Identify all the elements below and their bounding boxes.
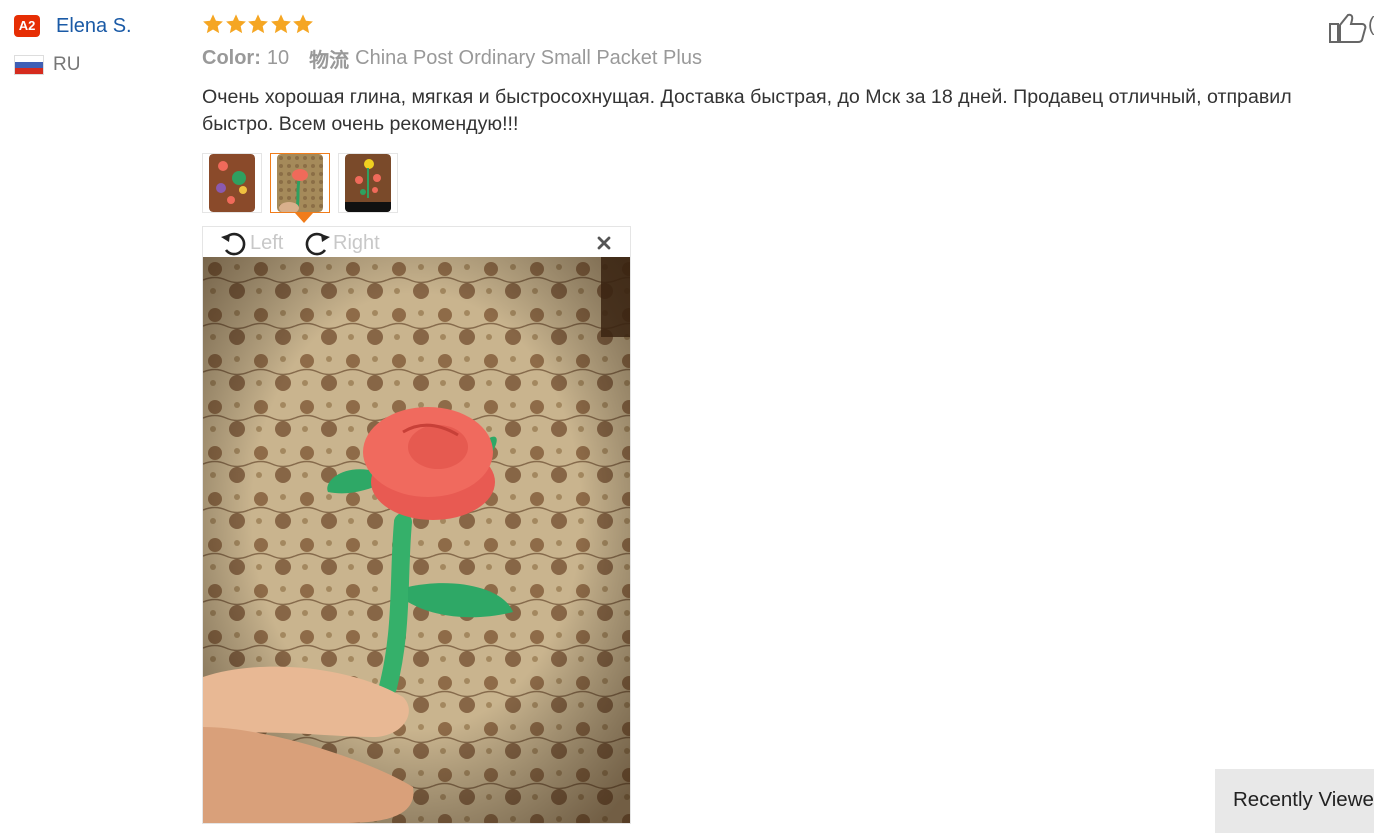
rotate-left-icon bbox=[221, 232, 246, 256]
thumbnail-1[interactable] bbox=[202, 153, 262, 213]
viewer-toolbar: Left Right bbox=[203, 227, 630, 257]
logistics-value: China Post Ordinary Small Packet Plus bbox=[355, 46, 702, 69]
star-rating bbox=[202, 8, 1374, 40]
russia-flag-icon bbox=[14, 55, 44, 75]
review-photo bbox=[203, 257, 630, 823]
thumbnail-image bbox=[345, 154, 391, 212]
rotate-right-label: Right bbox=[333, 231, 380, 254]
color-value: 10 bbox=[266, 46, 290, 69]
star-icon bbox=[248, 14, 268, 34]
rotate-left-button[interactable]: Left bbox=[218, 228, 283, 258]
selected-thumbnail-indicator bbox=[295, 213, 313, 223]
thumbnail-2[interactable] bbox=[270, 153, 330, 223]
recently-viewed-tab[interactable]: Recently Viewed bbox=[1215, 769, 1374, 833]
thumbs-up-icon[interactable] bbox=[1328, 12, 1368, 44]
reviewer-info: A2 Elena S. RU bbox=[12, 12, 192, 78]
order-info: Color: 10 物流 China Post Ordinary Small P… bbox=[202, 44, 1374, 72]
thumbnail-image bbox=[277, 154, 323, 212]
buyer-level-badge: A2 bbox=[14, 15, 40, 37]
review-body: Color: 10 物流 China Post Ordinary Small P… bbox=[202, 8, 1374, 223]
image-viewer: Left Right bbox=[202, 226, 631, 824]
star-icon bbox=[293, 14, 313, 34]
reviewer-country: RU bbox=[12, 52, 192, 78]
thumbnail-image bbox=[209, 154, 255, 212]
thumbnail-3[interactable] bbox=[338, 153, 398, 213]
review-page: A2 Elena S. RU Color: 10 物流 China Post O… bbox=[0, 0, 1374, 833]
rotate-right-icon bbox=[305, 232, 330, 256]
review-thumbnails bbox=[202, 153, 1374, 223]
rotate-right-button[interactable]: Right bbox=[301, 228, 380, 258]
rotate-left-label: Left bbox=[250, 231, 284, 254]
color-label: Color: bbox=[202, 46, 261, 69]
country-code: RU bbox=[53, 54, 81, 75]
star-icon bbox=[270, 14, 291, 34]
reviewer-name[interactable]: Elena S. bbox=[56, 15, 132, 38]
review-text: Очень хорошая глина, мягкая и быстросохн… bbox=[202, 86, 1292, 135]
reviewer-row: A2 Elena S. bbox=[12, 12, 192, 40]
like-count: ( bbox=[1368, 14, 1374, 37]
logistics-label: 物流 bbox=[309, 49, 350, 72]
star-icon bbox=[203, 14, 223, 34]
close-icon[interactable] bbox=[596, 235, 612, 251]
star-icon bbox=[225, 14, 246, 34]
